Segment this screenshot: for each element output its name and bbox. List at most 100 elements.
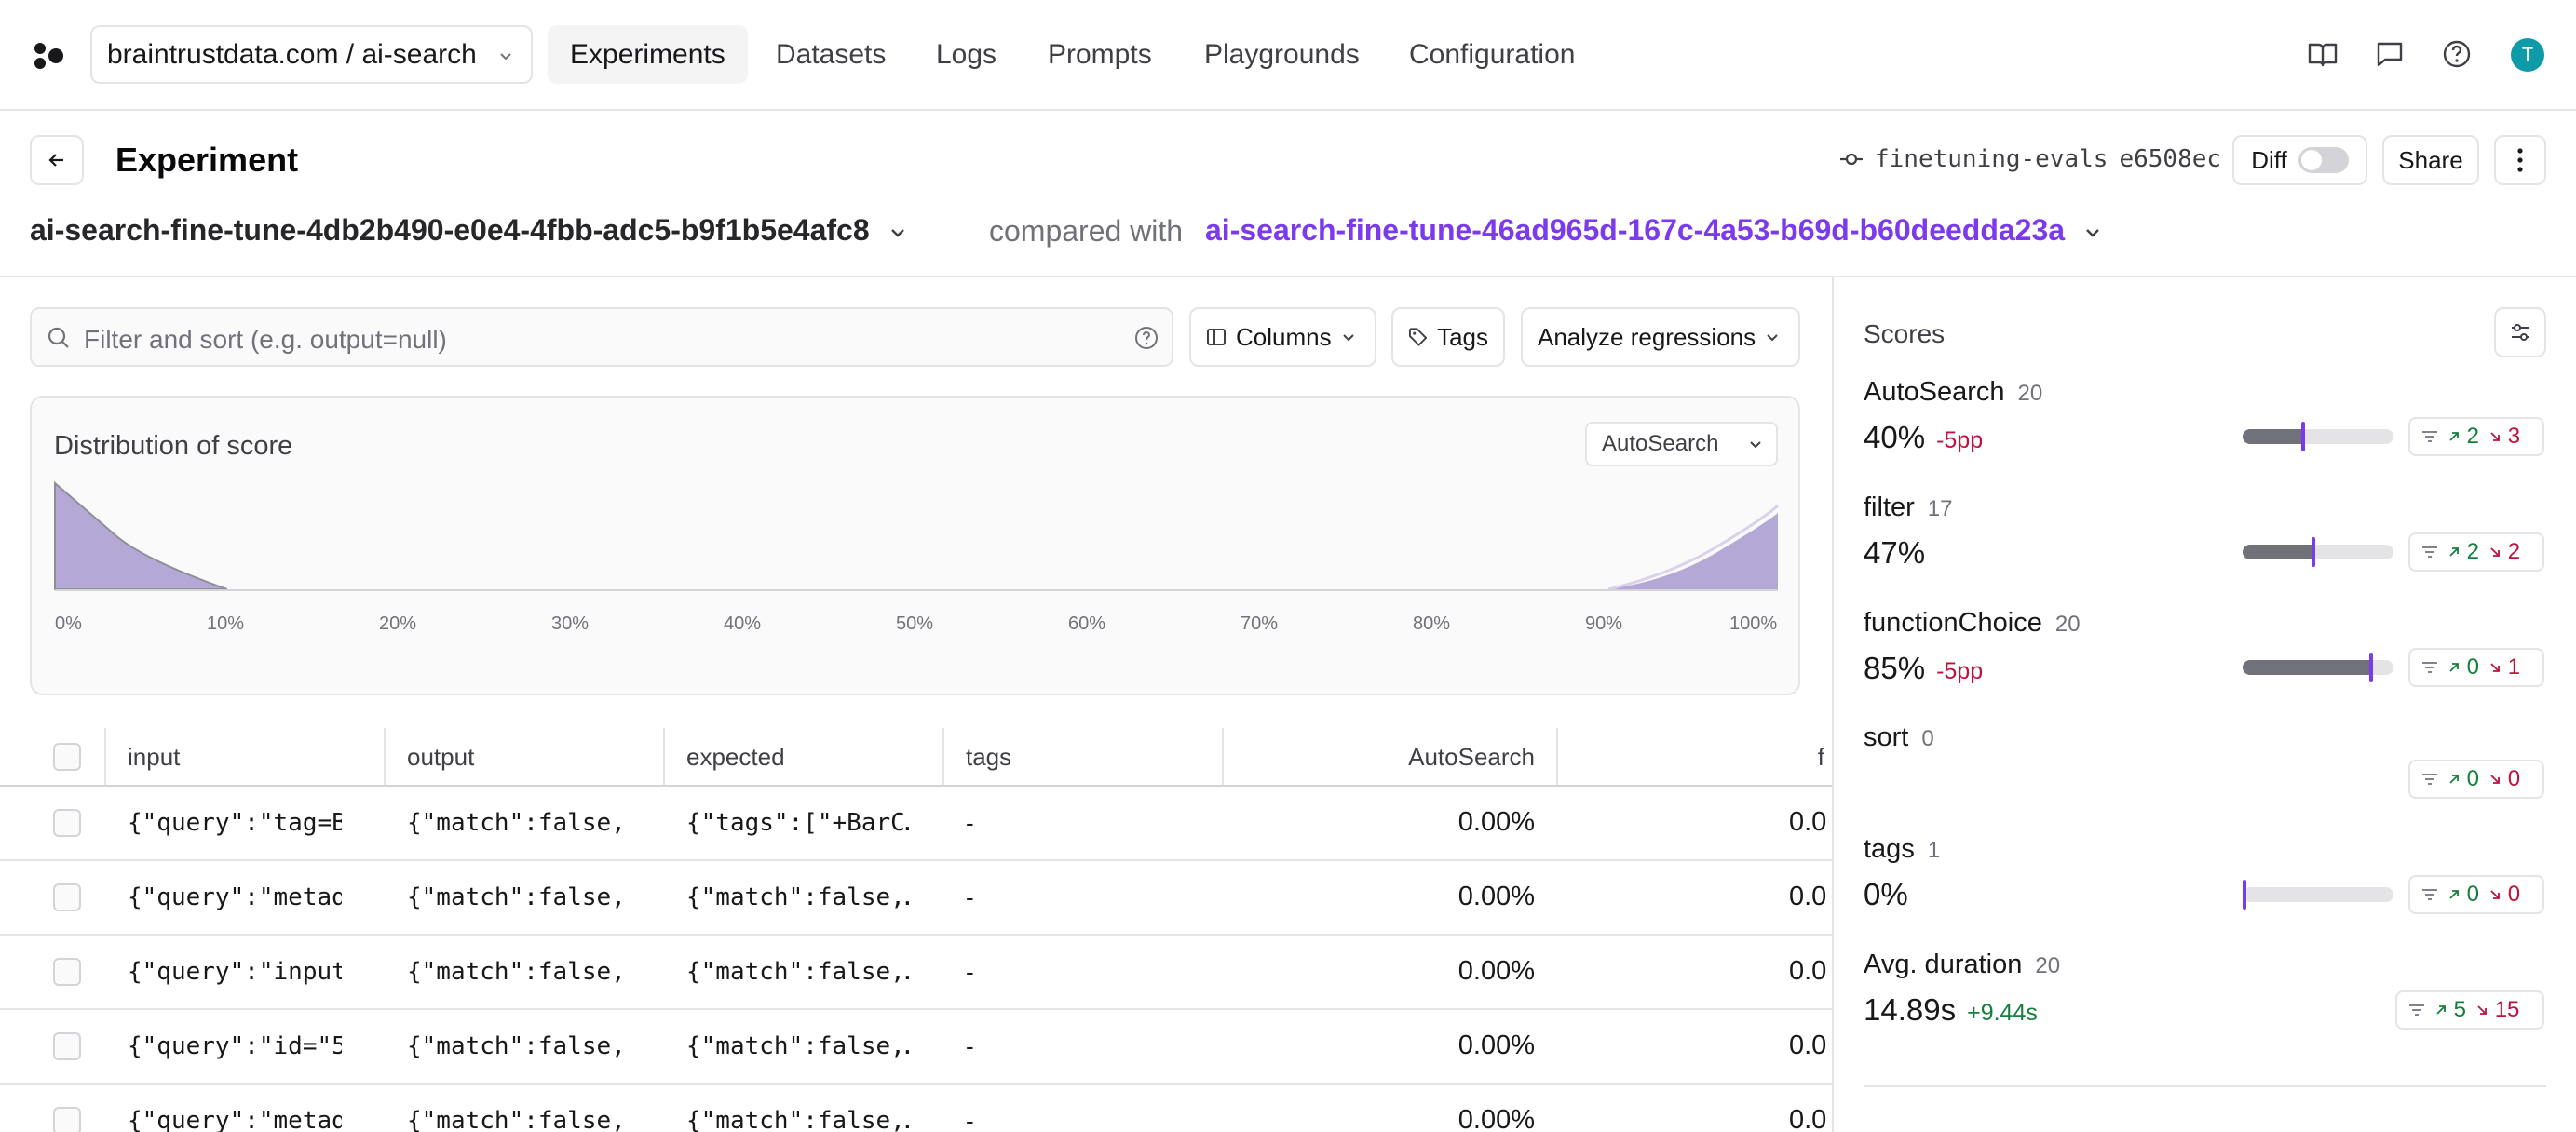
regression-filter-chip[interactable]: 0 0 xyxy=(2408,760,2544,799)
row-checkbox[interactable] xyxy=(53,1107,81,1132)
table-row[interactable]: {"query":"metad… {"match":false,… {"match"… xyxy=(0,1085,1832,1132)
table-row[interactable]: {"query":"metad… {"match":false,… {"match"… xyxy=(0,861,1832,936)
more-button[interactable] xyxy=(2494,135,2546,185)
arrow-up-right-icon xyxy=(2449,547,2459,557)
comparison-selector[interactable]: ai-search-fine-tune-46ad965d-167c-4a53-b… xyxy=(1205,213,2103,248)
branch-name: finetuning-evals xyxy=(1875,145,2108,173)
braintrust-logo-icon[interactable] xyxy=(32,39,65,71)
cell-autosearch: 0.00% xyxy=(1457,882,1535,911)
tab-experiments[interactable]: Experiments xyxy=(548,25,748,84)
regressions-value: 2 xyxy=(2507,539,2521,564)
score-settings-button[interactable] xyxy=(2494,307,2546,357)
panel-divider[interactable] xyxy=(1832,277,1834,1132)
score-name-tags[interactable]: tags 1 xyxy=(1864,834,1940,865)
score-name-label: AutoSearch xyxy=(1864,377,2005,407)
score-name-label: tags xyxy=(1864,834,1915,864)
regressions-count: 0 xyxy=(2488,882,2520,908)
book-icon[interactable] xyxy=(2306,37,2339,71)
score-bar xyxy=(2243,537,2393,567)
cell-expected: {"match":false,… xyxy=(686,1107,910,1132)
score-count: 20 xyxy=(2054,612,2081,637)
column-divider[interactable] xyxy=(942,728,944,786)
header-divider xyxy=(0,276,2576,277)
column-header-output[interactable]: output xyxy=(407,728,474,786)
regression-filter-chip[interactable]: 0 0 xyxy=(2408,875,2544,914)
column-header-expected[interactable]: expected xyxy=(686,728,785,786)
row-checkbox[interactable] xyxy=(53,883,81,911)
cell-autosearch: 0.00% xyxy=(1457,1105,1535,1132)
column-divider[interactable] xyxy=(384,728,386,786)
column-divider[interactable] xyxy=(1556,728,1558,786)
regressions-value: 0 xyxy=(2507,882,2521,907)
filter-input[interactable]: Filter and sort (e.g. output=null) xyxy=(30,307,1173,367)
cell-autosearch: 0.00% xyxy=(1457,1031,1535,1060)
filter-icon xyxy=(2422,774,2437,785)
chat-icon[interactable] xyxy=(2373,37,2407,71)
score-value: 47% xyxy=(1864,535,1925,571)
project-selector[interactable]: braintrustdata.com / ai-search xyxy=(90,25,533,84)
table-row[interactable]: {"query":"tag=B… {"match":false,… {"tags":… xyxy=(0,787,1832,861)
toggle-switch[interactable] xyxy=(2298,147,2349,173)
select-all-checkbox[interactable] xyxy=(53,743,81,771)
column-divider[interactable] xyxy=(663,728,665,786)
diff-toggle[interactable]: Diff xyxy=(2232,135,2367,185)
share-button[interactable]: Share xyxy=(2382,135,2479,185)
score-bar-fill xyxy=(2243,660,2371,675)
commit-hash: e6508ec xyxy=(2119,145,2222,173)
column-divider[interactable] xyxy=(104,728,106,786)
column-header-label: tags xyxy=(966,742,1012,771)
arrow-up-right-icon xyxy=(2449,890,2459,899)
cell-autosearch: 0.00% xyxy=(1457,807,1535,837)
column-header-tags[interactable]: tags xyxy=(966,728,1011,786)
tab-label: Configuration xyxy=(1409,38,1576,70)
x-tick-label: 50% xyxy=(896,613,934,634)
score-name-filter[interactable]: filter 17 xyxy=(1864,492,1953,523)
analyze-regressions-button[interactable]: Analyze regressions xyxy=(1521,307,1800,367)
tab-playgrounds[interactable]: Playgrounds xyxy=(1182,25,1382,84)
comparison-name: ai-search-fine-tune-46ad965d-167c-4a53-b… xyxy=(1205,213,2066,247)
tab-datasets[interactable]: Datasets xyxy=(753,25,908,84)
columns-button[interactable]: Columns xyxy=(1189,307,1376,367)
score-name-avg-duration[interactable]: Avg. duration 20 xyxy=(1864,950,2060,980)
column-divider[interactable] xyxy=(1222,728,1224,786)
tab-logs[interactable]: Logs xyxy=(914,25,1019,84)
avatar[interactable]: T xyxy=(2511,38,2544,72)
regression-filter-chip[interactable]: 5 15 xyxy=(2395,990,2544,1030)
row-checkbox[interactable] xyxy=(53,1032,81,1060)
regression-filter-chip[interactable]: 2 2 xyxy=(2408,532,2544,572)
score-value: 0% xyxy=(1864,877,1908,912)
experiment-selector[interactable]: ai-search-fine-tune-4db2b490-e0e4-4fbb-a… xyxy=(30,213,908,248)
help-icon[interactable] xyxy=(1134,326,1159,350)
arrow-up-right-icon xyxy=(2449,663,2459,672)
score-name-autosearch[interactable]: AutoSearch 20 xyxy=(1864,377,2042,408)
experiment-name: ai-search-fine-tune-4db2b490-e0e4-4fbb-a… xyxy=(30,213,870,247)
tab-label: Experiments xyxy=(570,38,725,70)
score-value-text: 14.89s xyxy=(1864,992,1957,1027)
regression-filter-chip[interactable]: 0 1 xyxy=(2408,648,2544,687)
row-checkbox[interactable] xyxy=(53,809,81,837)
column-header-input[interactable]: input xyxy=(128,728,180,786)
score-bar-marker xyxy=(2243,880,2246,910)
tab-configuration[interactable]: Configuration xyxy=(1387,25,1597,84)
score-name-functionchoice[interactable]: functionChoice 20 xyxy=(1864,608,2081,639)
column-header-label: AutoSearch xyxy=(1408,742,1535,771)
help-icon[interactable] xyxy=(2440,37,2474,71)
column-header-autosearch[interactable]: AutoSearch xyxy=(1248,728,1535,786)
regression-filter-chip[interactable]: 2 3 xyxy=(2408,417,2544,456)
cell-next: 0.0 xyxy=(1789,956,1827,986)
tags-button[interactable]: Tags xyxy=(1391,307,1505,367)
row-checkbox[interactable] xyxy=(53,958,81,986)
tab-prompts[interactable]: Prompts xyxy=(1025,25,1174,84)
back-button[interactable] xyxy=(30,135,84,185)
score-name-sort[interactable]: sort 0 xyxy=(1864,722,1934,753)
distribution-chart xyxy=(54,480,1780,591)
improvements-value: 2 xyxy=(2466,539,2480,564)
score-value-text: 0% xyxy=(1864,877,1908,911)
tag-icon xyxy=(1408,328,1428,346)
x-tick-label: 90% xyxy=(1585,613,1623,634)
arrow-down-right-icon xyxy=(2490,432,2500,441)
column-header-filter[interactable]: f xyxy=(1583,728,1832,786)
table-row[interactable]: {"query":"input… {"match":false,… {"match"… xyxy=(0,936,1832,1010)
filter-icon xyxy=(2422,662,2437,673)
table-row[interactable]: {"query":"id="5… {"match":false,… {"match"… xyxy=(0,1010,1832,1085)
